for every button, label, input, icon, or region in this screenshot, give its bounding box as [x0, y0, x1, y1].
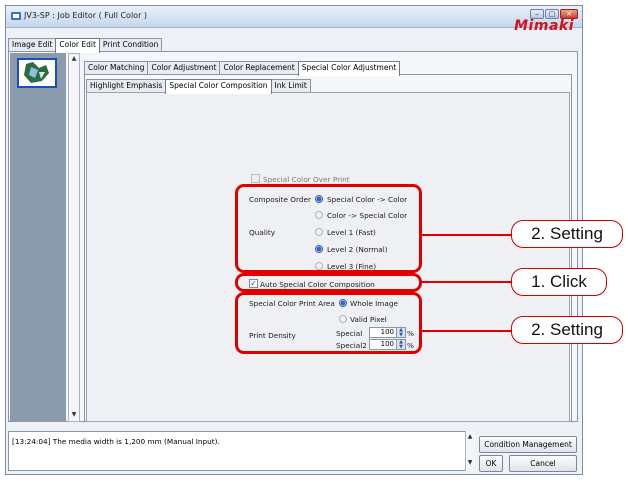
connector-line	[421, 234, 512, 236]
window-title: JV3-SP : Job Editor ( Full Color )	[24, 11, 148, 20]
connector-line	[421, 281, 512, 283]
tab-color-adjustment[interactable]: Color Adjustment	[147, 61, 221, 75]
thumbnail-image	[19, 60, 55, 86]
cancel-button[interactable]: Cancel	[509, 455, 577, 472]
scroll-up-icon[interactable]: ▲	[68, 54, 80, 66]
callout-print-settings	[235, 292, 422, 354]
click-label: 1. Click	[511, 268, 607, 296]
log-message: [13:24:04] The media width is 1,200 mm (…	[12, 437, 220, 446]
tab-special-color-composition[interactable]: Special Color Composition	[165, 79, 272, 94]
tab-color-edit[interactable]: Color Edit	[55, 38, 100, 53]
scroll-up-icon[interactable]: ▲	[465, 432, 475, 444]
setting-label-top: 2. Setting	[511, 220, 623, 248]
scroll-down-icon[interactable]: ▼	[465, 458, 475, 470]
scroll-down-icon[interactable]: ▼	[68, 410, 80, 422]
tab-color-matching[interactable]: Color Matching	[84, 61, 149, 75]
thumbnail-scrollbar[interactable]	[68, 53, 80, 422]
title-bar: JV3-SP : Job Editor ( Full Color ) – □ ✕	[6, 6, 582, 28]
main-tabs: Image Edit Color Edit Print Condition	[8, 38, 163, 53]
condition-management-button[interactable]: Condition Management	[479, 436, 577, 453]
tab-special-color-adjustment[interactable]: Special Color Adjustment	[297, 61, 401, 76]
setting-label-bottom: 2. Setting	[511, 316, 623, 344]
tab-print-condition[interactable]: Print Condition	[98, 38, 163, 52]
brand-logo: Mimaki	[514, 18, 574, 34]
app-icon	[11, 12, 21, 20]
special-color-tabs: Highlight Emphasis Special Color Composi…	[86, 79, 311, 94]
connector-line	[421, 330, 512, 332]
tab-ink-limit[interactable]: Ink Limit	[270, 79, 311, 93]
color-edit-tabs: Color Matching Color Adjustment Color Re…	[84, 61, 401, 76]
tab-highlight-emphasis[interactable]: Highlight Emphasis	[86, 79, 167, 93]
tab-color-replacement[interactable]: Color Replacement	[219, 61, 299, 75]
over-print-checkbox[interactable]	[251, 174, 260, 183]
callout-auto-composition	[235, 273, 422, 292]
image-thumbnail[interactable]	[17, 58, 57, 88]
tab-image-edit[interactable]: Image Edit	[8, 38, 57, 52]
callout-composition-settings	[235, 184, 422, 273]
thumbnail-strip	[10, 53, 66, 422]
ok-button[interactable]: OK	[479, 455, 503, 472]
over-print-label: Special Color Over Print	[263, 175, 350, 184]
